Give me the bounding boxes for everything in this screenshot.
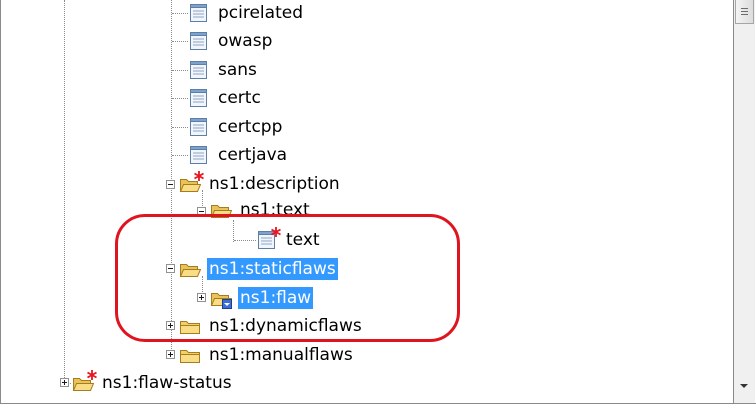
tree-guide-line xyxy=(172,70,188,71)
tree-node-label: certjava xyxy=(218,145,288,165)
document-icon xyxy=(188,60,210,80)
tree-node[interactable]: pcirelated xyxy=(188,1,305,25)
tree-node-label: sans xyxy=(218,60,257,80)
tree-guide-line xyxy=(172,13,188,14)
folder-icon xyxy=(179,345,201,365)
highlight-annotation xyxy=(115,214,460,342)
tree-node-label: pcirelated xyxy=(218,3,303,23)
scrollbar-grip-icon xyxy=(741,8,748,9)
open-folder-required-icon xyxy=(179,174,201,194)
tree-node-label: owasp xyxy=(218,31,273,51)
scroll-down-arrow-icon[interactable] xyxy=(740,384,748,388)
collapse-toggle-icon[interactable] xyxy=(166,180,175,189)
scrollbar-grip-icon xyxy=(741,11,748,12)
document-icon xyxy=(188,88,210,108)
tree-node[interactable]: certc xyxy=(188,86,263,110)
document-icon xyxy=(188,31,210,51)
tree-node[interactable]: sans xyxy=(188,58,259,82)
tree-guide-line xyxy=(172,127,188,128)
open-folder-required-icon xyxy=(72,373,94,393)
xml-tree-view[interactable]: pcirelated owasp sans certc certcpp cert… xyxy=(0,0,734,403)
tree-guide-line xyxy=(64,0,65,382)
vertical-scrollbar[interactable] xyxy=(734,0,755,403)
scrollbar-thumb[interactable] xyxy=(735,0,754,24)
tree-node-label: ns1:description xyxy=(209,174,340,194)
panel-border xyxy=(0,403,756,404)
tree-node[interactable]: certcpp xyxy=(188,115,284,139)
tree-node[interactable]: ns1:description xyxy=(179,172,342,196)
tree-guide-line xyxy=(172,155,188,156)
document-icon xyxy=(188,145,210,165)
expand-toggle-icon[interactable] xyxy=(166,350,175,359)
tree-node-label: certc xyxy=(218,88,261,108)
panel-border xyxy=(0,0,1,404)
tree-node[interactable]: owasp xyxy=(188,29,274,53)
tree-node-label: certcpp xyxy=(218,117,283,137)
document-icon xyxy=(188,3,210,23)
document-icon xyxy=(188,117,210,137)
tree-guide-line xyxy=(172,41,188,42)
tree-guide-line xyxy=(172,98,188,99)
tree-node[interactable]: ns1:manualflaws xyxy=(179,343,355,367)
expand-toggle-icon[interactable] xyxy=(60,378,69,387)
tree-node[interactable]: certjava xyxy=(188,143,289,167)
tree-node-label: ns1:flaw-status xyxy=(102,373,232,393)
scrollbar-grip-icon xyxy=(741,14,748,15)
tree-node-label: ns1:manualflaws xyxy=(209,345,353,365)
tree-node[interactable]: ns1:flaw-status xyxy=(72,371,234,395)
